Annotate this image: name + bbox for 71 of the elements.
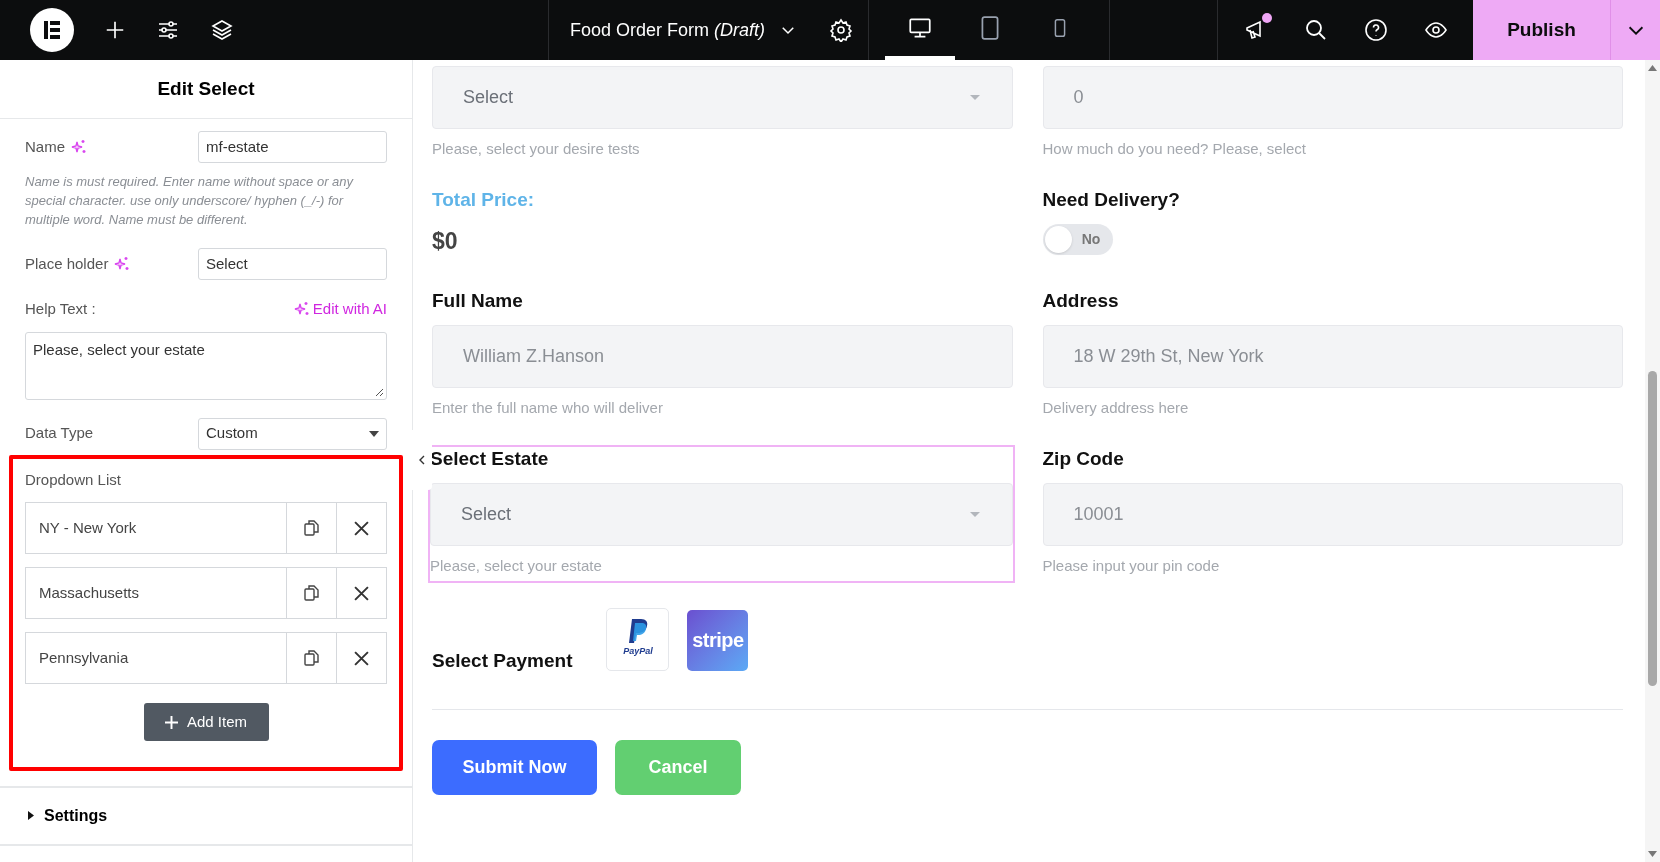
select-dropdown[interactable]: Select: [430, 482, 1013, 546]
dropdown-list-label: Dropdown List: [25, 469, 122, 490]
field-label: Address: [1042, 288, 1120, 313]
sparkle-icon: [293, 301, 310, 318]
field-label: Place holder: [25, 253, 109, 274]
help-text-area[interactable]: Please, select your estate: [25, 331, 387, 400]
field-label: Total Price:: [432, 188, 536, 212]
select-dropdown[interactable]: Select: [432, 66, 1013, 129]
search-icon[interactable]: [1304, 18, 1328, 42]
paypal-p-icon: [627, 619, 648, 644]
copy-icon[interactable]: [303, 519, 320, 537]
section-header[interactable]: Settings: [0, 787, 412, 846]
help-text: Please, select your estate: [430, 556, 603, 575]
caret-icon: [369, 430, 379, 437]
help-text: Please, select your desire tests: [432, 140, 641, 158]
scrollbar-thumb[interactable]: [1648, 371, 1657, 686]
sparkle-icon: [71, 139, 87, 155]
desktop-icon: [907, 15, 933, 41]
field-label: Full Name: [432, 288, 524, 313]
help-text: Enter the full name who will deliver: [432, 398, 664, 417]
dropdown-item[interactable]: Massachusetts: [25, 567, 387, 619]
item-label[interactable]: Massachusetts: [26, 568, 286, 618]
plus-icon: [165, 715, 178, 729]
close-icon[interactable]: [354, 585, 369, 601]
field-label: Need Delivery?: [1042, 188, 1181, 212]
field-label: Select Estate: [430, 446, 550, 471]
help-text: How much do you need? Please, select: [1042, 140, 1307, 158]
field-label: Help Text :: [25, 299, 96, 319]
dropdown-item[interactable]: Pennsylvania: [25, 632, 387, 684]
caret-icon: [969, 95, 980, 100]
payment-label: Select Payment: [432, 649, 573, 673]
name-help-text: Name is must required. Enter name without space or any special character. use only underscore/ hyphen (_/-) for multiple word. Name must be different.: [25, 173, 355, 229]
data-type-dropdown[interactable]: Custom: [198, 417, 387, 450]
field-label: Data Type: [25, 423, 94, 444]
help-text: Delivery address here: [1042, 398, 1190, 417]
submit-button[interactable]: Submit Now: [432, 739, 597, 795]
field-label: Zip Code: [1042, 446, 1125, 471]
price-value: $0: [432, 227, 459, 256]
document-title[interactable]: Food Order Form (Draft): [570, 16, 766, 44]
caret-icon: [28, 811, 34, 820]
close-icon[interactable]: [354, 650, 369, 666]
paypal-logo[interactable]: PayPal: [606, 607, 670, 671]
name-input[interactable]: mf-estate: [198, 131, 387, 163]
logo-icon[interactable]: [30, 8, 74, 52]
sparkle-icon: [114, 256, 131, 272]
item-label[interactable]: Pennsylvania: [26, 633, 286, 683]
add-item-button[interactable]: Add Item: [143, 703, 269, 741]
publish-button[interactable]: Publish: [1473, 0, 1610, 60]
scrollbar[interactable]: [1645, 60, 1660, 862]
stripe-logo[interactable]: stripe: [687, 609, 749, 671]
item-label[interactable]: NY - New York: [26, 503, 286, 553]
edit-with-ai-link[interactable]: Edit with AI: [293, 298, 387, 321]
help-icon[interactable]: [1364, 18, 1388, 42]
placeholder-input[interactable]: Select: [198, 248, 387, 280]
copy-icon[interactable]: [303, 649, 320, 667]
chevron-left-icon: [418, 455, 426, 465]
field-label: Name: [25, 136, 65, 157]
copy-icon[interactable]: [303, 584, 320, 602]
toggle-switch[interactable]: No: [1042, 224, 1113, 255]
dropdown-item[interactable]: NY - New York: [25, 502, 387, 554]
sliders-icon[interactable]: [156, 18, 180, 42]
scroll-down-icon[interactable]: [1648, 851, 1657, 857]
scroll-up-icon[interactable]: [1648, 65, 1657, 71]
panel-title: Edit Select: [0, 60, 412, 119]
help-text: Please input your pin code: [1042, 556, 1221, 575]
settings-icon[interactable]: [829, 18, 854, 42]
plus-icon[interactable]: [104, 19, 126, 41]
close-icon[interactable]: [354, 520, 369, 536]
layers-icon[interactable]: [210, 18, 234, 42]
caret-icon: [969, 511, 980, 517]
resize-handle-icon[interactable]: [375, 387, 384, 397]
